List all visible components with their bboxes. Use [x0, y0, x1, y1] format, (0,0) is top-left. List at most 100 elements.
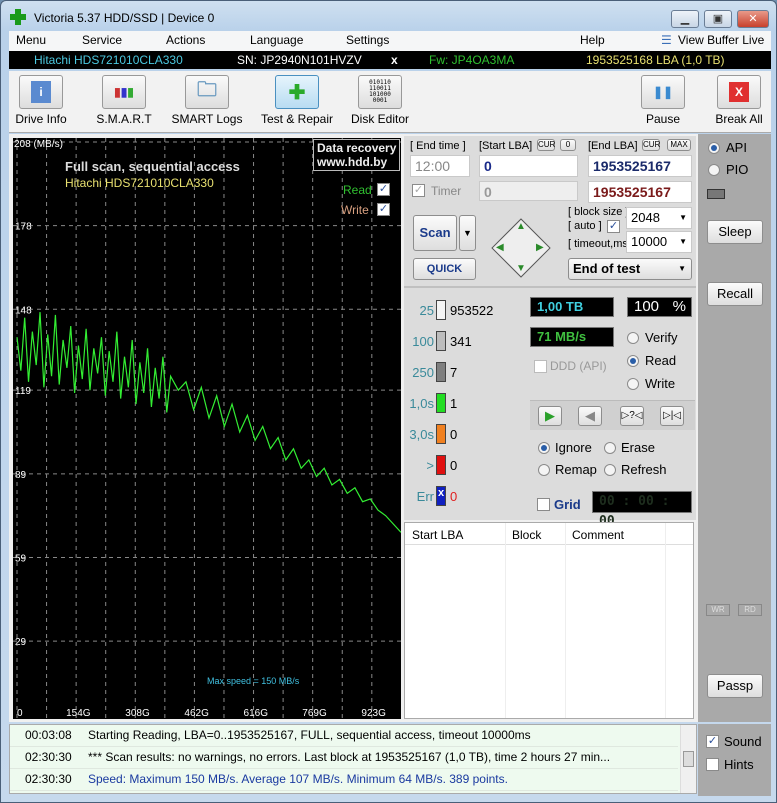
end-cur-button[interactable]: CUR	[642, 139, 660, 151]
info-icon: i	[19, 75, 63, 109]
end-action-select[interactable]: End of test ▼	[568, 258, 692, 280]
timeout-select[interactable]: 10000 ▼	[626, 231, 692, 253]
down-arrow-icon[interactable]: ▼	[516, 263, 526, 274]
playback-controls: ▶ ◀ ▷?◁ ▷|◁	[530, 400, 695, 430]
ddd-checkbox[interactable]	[534, 360, 547, 373]
elapsed-timer: 00 : 00 : 00	[592, 491, 692, 529]
drive-capacity: 1953525168 LBA (1,0 TB)	[586, 53, 725, 67]
up-arrow-icon[interactable]: ▲	[516, 221, 526, 232]
block-size-label: [ block size ]	[568, 206, 629, 218]
log-scrollbar[interactable]	[680, 725, 696, 793]
scan-dropdown-button[interactable]: ▼	[459, 215, 476, 251]
end-max-button[interactable]: MAX	[667, 139, 691, 151]
refresh-radio[interactable]	[604, 464, 616, 476]
test-repair-button[interactable]: ✚ Test & Repair	[255, 75, 339, 126]
chevron-down-icon: ▼	[679, 213, 687, 222]
drive-info-button[interactable]: i Drive Info	[11, 75, 71, 126]
erase-radio[interactable]	[604, 442, 616, 454]
start-lba-input[interactable]: 0	[479, 155, 578, 177]
end-button[interactable]: ▷|◁	[660, 406, 684, 426]
x-tick-label: 0	[17, 708, 23, 719]
defects-table: Start LBA Block Comment	[404, 522, 694, 719]
start-cur-button[interactable]: CUR	[537, 139, 555, 151]
direction-pad: ▲ ▼ ◀ ▶	[490, 217, 552, 279]
start-zero-button[interactable]: 0	[560, 139, 576, 151]
menu-language[interactable]: Language	[250, 33, 303, 47]
remap-radio[interactable]	[538, 464, 550, 476]
col-block[interactable]: Block	[512, 528, 541, 542]
read-legend-checkbox[interactable]: ✓	[377, 183, 390, 196]
read-legend-label: Read	[343, 183, 372, 197]
recall-button[interactable]: Recall	[707, 282, 763, 306]
quick-button[interactable]: QUICK	[413, 258, 476, 280]
play-button[interactable]: ▶	[538, 406, 562, 426]
drive-close-button[interactable]: x	[391, 53, 398, 67]
pio-label: PIO	[726, 162, 749, 177]
block-stat-label: Err	[416, 489, 434, 504]
api-radio[interactable]	[708, 142, 720, 154]
block-stats: 25 953522 100 341 250 7 1,0s 1 3,0s 0 >0 Err x 0	[404, 290, 524, 520]
menu-menu[interactable]: Menu	[16, 33, 46, 47]
scan-button[interactable]: Scan	[413, 215, 457, 251]
data-recovery-badge[interactable]: Data recovery www.hdd.by	[313, 139, 401, 171]
break-all-button[interactable]: X Break All	[709, 75, 769, 126]
menu-help[interactable]: Help	[580, 33, 605, 47]
left-arrow-icon[interactable]: ◀	[496, 242, 504, 253]
log-row: 02:30:30 Speed: Maximum 150 MB/s. Average…	[10, 769, 678, 791]
sleep-button[interactable]: Sleep	[707, 220, 763, 244]
speed-readout: 71 MB/s	[530, 327, 614, 347]
x-tick-label: 769G	[302, 708, 327, 719]
block-stat-swatch[interactable]	[436, 424, 446, 444]
timer-input[interactable]: 0	[479, 181, 578, 201]
block-stat-swatch[interactable]	[436, 455, 446, 475]
close-button[interactable]: ✕	[737, 10, 769, 28]
smart-button[interactable]: ▮ ▮ ▮ S.M.A.R.T	[89, 75, 159, 126]
seek-button[interactable]: ▷?◁	[620, 406, 644, 426]
speed-chart-svg: 1781481198959290 154G 308G 462G 616G 769G 923G	[13, 138, 401, 719]
remap-label: Remap	[555, 462, 597, 477]
col-comment[interactable]: Comment	[572, 528, 624, 542]
reverse-button[interactable]: ◀	[578, 406, 602, 426]
menu-service[interactable]: Service	[82, 33, 122, 47]
maximize-button[interactable]: ▣	[704, 10, 732, 28]
menu-actions[interactable]: Actions	[166, 33, 205, 47]
read-radio[interactable]	[627, 355, 639, 367]
block-stat-swatch[interactable]	[436, 300, 446, 320]
hints-checkbox[interactable]	[706, 758, 719, 771]
write-radio[interactable]	[627, 378, 639, 390]
view-buffer-live[interactable]: View Buffer Live	[678, 33, 764, 47]
passp-button[interactable]: Passp	[707, 674, 763, 698]
sound-panel: ✓ Sound Hints	[698, 724, 771, 796]
verify-label: Verify	[645, 330, 678, 345]
sound-checkbox[interactable]: ✓	[706, 735, 719, 748]
right-arrow-icon[interactable]: ▶	[536, 242, 544, 253]
grid-checkbox[interactable]	[537, 498, 550, 511]
block-stat-swatch[interactable]	[436, 331, 446, 351]
auto-checkbox[interactable]: ✓	[607, 220, 620, 233]
table-header: Start LBA Block Comment	[405, 523, 693, 545]
smart-logs-button[interactable]: 🗀 SMART Logs	[169, 75, 245, 126]
pio-radio[interactable]	[708, 164, 720, 176]
disk-editor-button[interactable]: 010110 110011 101000 0001 Disk Editor	[345, 75, 415, 126]
end-lba-input[interactable]: 1953525167	[588, 155, 692, 177]
end-time-input[interactable]: 12:00	[410, 155, 470, 177]
block-stat-count: 0	[450, 458, 458, 473]
ignore-radio[interactable]	[538, 442, 550, 454]
pause-button[interactable]: ❚❚ Pause	[639, 75, 687, 126]
refresh-label: Refresh	[621, 462, 667, 477]
block-stat-swatch[interactable]	[436, 362, 446, 382]
block-stat-swatch[interactable]: x	[436, 486, 446, 506]
write-legend-checkbox[interactable]: ✓	[377, 203, 390, 216]
block-stat-count: 0	[450, 427, 458, 442]
timer-checkbox[interactable]: ✓	[412, 184, 425, 197]
scan-controls: [ End time ] [Start LBA] CUR 0 [End LBA]…	[404, 136, 696, 529]
block-size-select[interactable]: 2048 ▼	[626, 207, 692, 229]
block-stat-swatch[interactable]	[436, 393, 446, 413]
block-stat-count: 7	[450, 365, 458, 380]
col-start-lba[interactable]: Start LBA	[412, 528, 463, 542]
minimize-button[interactable]: ▁	[671, 10, 699, 28]
verify-radio[interactable]	[627, 332, 639, 344]
speed-chart: 178 148 119 89 59 29 0 154G 308G 462G 616G 769G 923G…	[13, 138, 401, 719]
menu-settings[interactable]: Settings	[346, 33, 389, 47]
max-speed-note: Max speed = 150 MB/s	[207, 676, 300, 686]
